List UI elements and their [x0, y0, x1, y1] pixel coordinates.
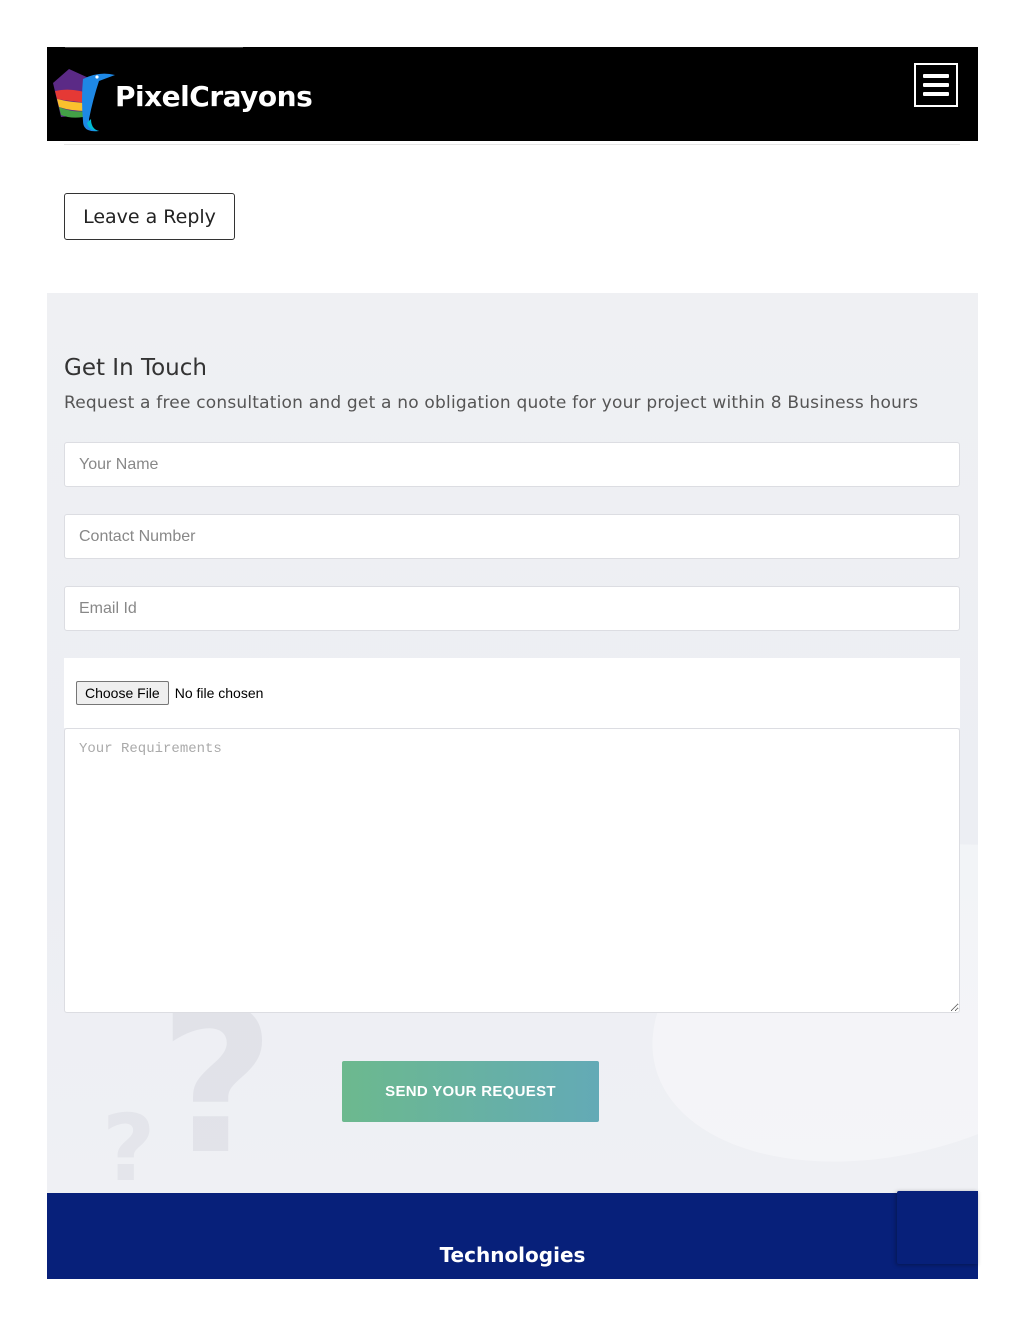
requirements-textarea[interactable]: [64, 728, 960, 1013]
choose-file-button[interactable]: Choose File: [76, 681, 169, 705]
send-request-button[interactable]: SEND YOUR REQUEST: [342, 1061, 599, 1122]
hamburger-line: [923, 92, 949, 96]
hamburger-line: [923, 83, 949, 87]
page: PixelCrayons Leave a Reply ? ? Get In To…: [47, 47, 978, 1279]
header-divider: [65, 47, 243, 48]
recaptcha-badge[interactable]: [897, 1191, 978, 1264]
contact-subtitle: Request a free consultation and get a no…: [64, 393, 919, 413]
footer-title: Technologies: [439, 1243, 586, 1267]
contact-number-input[interactable]: [64, 514, 960, 559]
site-header: PixelCrayons: [47, 47, 978, 141]
menu-button[interactable]: [914, 63, 958, 107]
site-footer: Technologies: [47, 1193, 978, 1279]
leave-reply-button[interactable]: Leave a Reply: [64, 193, 235, 240]
question-mark-decoration-small: ?: [102, 1095, 156, 1194]
file-upload: Choose File No file chosen: [64, 658, 960, 728]
brand-name: PixelCrayons: [115, 79, 313, 113]
hummingbird-logo-icon: [53, 69, 115, 132]
hamburger-line: [923, 74, 949, 78]
email-input[interactable]: [64, 586, 960, 631]
content-divider: [64, 144, 960, 145]
question-mark-decoration: ?: [159, 966, 276, 1193]
brand-logo[interactable]: PixelCrayons: [53, 59, 313, 135]
contact-title: Get In Touch: [64, 355, 207, 381]
contact-section: ? ? Get In Touch Request a free consulta…: [47, 293, 978, 1193]
name-input[interactable]: [64, 442, 960, 487]
file-status: No file chosen: [174, 685, 264, 701]
